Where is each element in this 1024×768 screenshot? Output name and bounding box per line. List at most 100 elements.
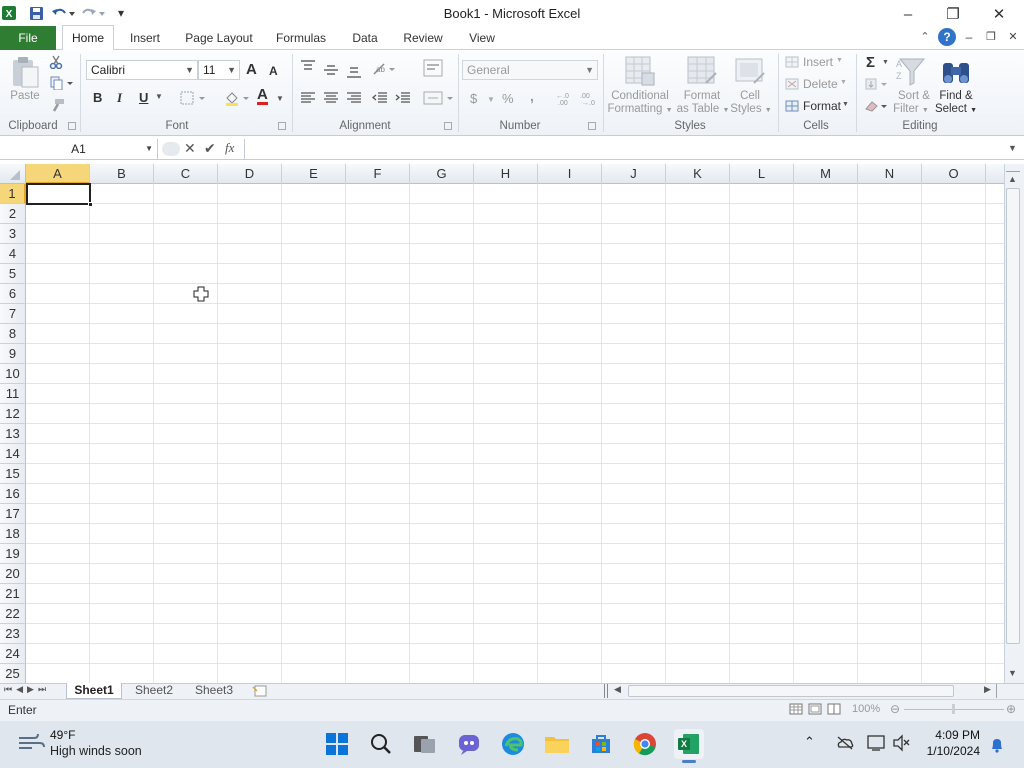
conditional-formatting-label-1[interactable]: Conditional <box>604 90 676 103</box>
format-as-table-label-1[interactable]: Format <box>676 90 728 103</box>
show-hidden-icons-icon[interactable]: ⌃ <box>804 734 815 750</box>
column-header-b[interactable]: B <box>90 164 154 184</box>
column-header-k[interactable]: K <box>666 164 730 184</box>
tab-page-layout[interactable]: Page Layout <box>180 26 258 50</box>
align-right-icon[interactable] <box>344 90 364 106</box>
search-icon[interactable] <box>366 729 396 759</box>
zoom-in-icon[interactable]: ⊕ <box>1006 702 1016 716</box>
fill-color-icon[interactable] <box>222 89 252 107</box>
currency-button[interactable]: $ <box>470 91 477 106</box>
paste-button[interactable]: Paste <box>4 90 46 103</box>
page-break-view-icon[interactable] <box>827 703 841 715</box>
italic-button[interactable]: I <box>117 90 122 106</box>
increase-decimal-icon[interactable]: ←.0.00 <box>554 89 574 107</box>
format-cells-icon[interactable] <box>784 99 800 113</box>
orientation-icon[interactable]: ab <box>370 60 398 78</box>
tab-file[interactable]: File <box>0 26 56 50</box>
grow-font-icon[interactable]: A <box>246 61 257 78</box>
scroll-left-icon[interactable]: ◀ <box>614 684 621 695</box>
insert-cells-icon[interactable] <box>784 55 800 69</box>
column-header-e[interactable]: E <box>282 164 346 184</box>
copy-icon[interactable] <box>48 75 76 91</box>
close-button[interactable]: ✕ <box>976 0 1022 28</box>
font-name-dropdown[interactable]: Calibri ▼ <box>86 60 198 80</box>
column-header-n[interactable]: N <box>858 164 922 184</box>
split-box-icon[interactable] <box>1006 166 1020 172</box>
decrease-decimal-icon[interactable]: .00 →.0 <box>578 89 598 107</box>
sheet-tab-1[interactable]: Sheet1 <box>66 683 122 699</box>
alignment-launcher-icon[interactable] <box>444 122 452 130</box>
tab-home[interactable]: Home <box>62 25 114 51</box>
normal-view-icon[interactable] <box>789 703 803 715</box>
align-center-icon[interactable] <box>321 90 341 106</box>
increase-indent-icon[interactable] <box>393 90 413 106</box>
column-header-a[interactable]: A <box>26 164 90 184</box>
volume-muted-icon[interactable] <box>892 734 912 752</box>
onedrive-icon[interactable] <box>836 735 854 751</box>
scroll-right-icon[interactable]: ▶ <box>984 684 991 695</box>
minimize-ribbon-icon[interactable]: ⌃ <box>918 30 932 44</box>
sort-filter-label-1[interactable]: Sort & <box>890 90 938 103</box>
font-size-dropdown[interactable]: 11 ▼ <box>198 60 240 80</box>
conditional-formatting-icon[interactable] <box>622 54 658 88</box>
shrink-font-icon[interactable]: A <box>269 64 278 78</box>
column-header-o[interactable]: O <box>922 164 986 184</box>
active-cell-a1[interactable] <box>26 183 91 205</box>
number-format-dropdown[interactable]: General ▼ <box>462 60 598 80</box>
horizontal-split-box[interactable] <box>996 684 1002 698</box>
column-header-j[interactable]: J <box>602 164 666 184</box>
chevron-down-icon[interactable]: ▼ <box>840 79 847 86</box>
insert-sheet-icon[interactable] <box>252 685 270 697</box>
underline-button[interactable]: U <box>139 90 148 105</box>
cell-styles-label-2[interactable]: Styles ▼ <box>726 103 776 117</box>
column-header-l[interactable]: L <box>730 164 794 184</box>
start-button-icon[interactable] <box>322 729 352 759</box>
workbook-minimize-icon[interactable]: – <box>962 30 976 44</box>
font-color-dropdown-icon[interactable]: ▼ <box>276 94 284 103</box>
formula-input[interactable] <box>244 139 1004 159</box>
select-all-button[interactable] <box>0 164 26 184</box>
comma-button[interactable]: , <box>530 88 534 104</box>
font-color-icon[interactable]: A <box>257 87 268 105</box>
decrease-indent-icon[interactable] <box>370 90 390 106</box>
paste-icon[interactable] <box>8 54 42 90</box>
restore-button[interactable]: ❐ <box>930 0 976 28</box>
format-cells-button[interactable]: Format <box>803 99 841 113</box>
fill-icon[interactable] <box>862 77 890 91</box>
notification-bell-icon[interactable] <box>988 736 1006 754</box>
scroll-up-icon[interactable]: ▲ <box>1008 174 1017 184</box>
align-middle-icon[interactable] <box>321 62 341 78</box>
sort-filter-icon[interactable]: AZ <box>892 54 932 90</box>
sheet-navigation-icons[interactable]: ⏮◀▶⏭ <box>4 684 50 695</box>
edge-browser-icon[interactable] <box>498 729 528 759</box>
percent-button[interactable]: % <box>502 91 514 106</box>
column-header-i[interactable]: I <box>538 164 602 184</box>
network-icon[interactable] <box>866 734 886 752</box>
autosum-button[interactable]: Σ <box>866 54 875 71</box>
format-painter-icon[interactable] <box>48 97 66 113</box>
confirm-entry-icon[interactable]: ✔ <box>204 140 216 157</box>
tab-view[interactable]: View <box>460 26 504 50</box>
tab-split-handle[interactable] <box>604 684 608 698</box>
format-as-table-icon[interactable] <box>684 54 720 88</box>
chevron-down-icon[interactable]: ▼ <box>882 59 889 66</box>
find-select-label-2[interactable]: Select ▼ <box>932 103 980 117</box>
clock-time[interactable]: 4:09 PM <box>924 728 980 742</box>
conditional-formatting-label-2[interactable]: Formatting ▼ <box>600 103 680 117</box>
number-launcher-icon[interactable] <box>588 122 596 130</box>
chevron-down-icon[interactable]: ▼ <box>842 101 849 108</box>
sheet-tab-3[interactable]: Sheet3 <box>186 683 242 699</box>
minimize-button[interactable]: – <box>885 0 931 28</box>
column-header-d[interactable]: D <box>218 164 282 184</box>
tab-insert[interactable]: Insert <box>122 26 168 50</box>
align-left-icon[interactable] <box>298 90 318 106</box>
tab-review[interactable]: Review <box>398 26 448 50</box>
sort-filter-label-2[interactable]: Filter ▼ <box>888 103 934 117</box>
microsoft-store-icon[interactable] <box>586 729 616 759</box>
insert-function-icon[interactable]: fx <box>225 140 234 156</box>
workbook-restore-icon[interactable]: ❐ <box>984 30 998 44</box>
fill-handle[interactable] <box>88 202 93 207</box>
page-layout-view-icon[interactable] <box>808 703 822 715</box>
insert-cells-button[interactable]: Insert <box>803 55 833 69</box>
column-header-m[interactable]: M <box>794 164 858 184</box>
